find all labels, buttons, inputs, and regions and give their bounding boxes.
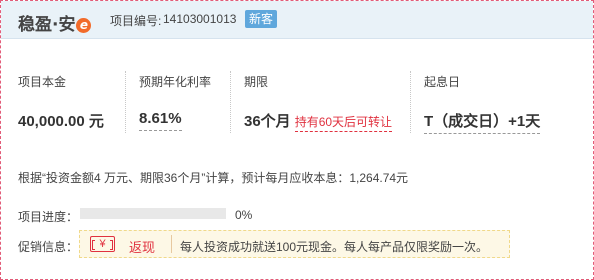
promo-box: ¥ 返现 每人投资成功就送100元现金。每人每产品仅限奖励一次。: [79, 230, 510, 258]
rate-label: 预期年化利率: [139, 75, 212, 89]
brand-name: 稳盈·安: [18, 15, 76, 35]
metric-divider: [125, 71, 126, 133]
card-header: 稳盈·安 e 项目编号: 14103001013 新客: [1, 1, 593, 39]
project-number-label: 项目编号:: [110, 14, 162, 28]
metric-term: 期限 36个月 持有60天后可转让: [244, 73, 393, 132]
monthly-payment-calc: 根据“投资金额4 万元、期限36个月”计算，预计每月应收本息：1,264.74元: [18, 171, 409, 185]
principal-value: 40,000.00 元: [18, 113, 104, 130]
brand-logo: 稳盈·安 e: [18, 10, 92, 35]
metric-divider: [410, 71, 411, 133]
promo-divider: [171, 235, 172, 253]
cashback-tag: 返现: [129, 240, 156, 255]
promo-label: 促销信息：: [18, 240, 79, 254]
project-number: 14103001013: [163, 12, 237, 26]
progress-percent: 0%: [235, 208, 253, 222]
rate-value: 8.61%: [139, 110, 182, 131]
progress-bar: [80, 208, 226, 219]
term-value-text: 36个月: [244, 113, 291, 130]
principal-label: 项目本金: [18, 75, 67, 89]
start-date-value: T（成交日）+1天: [424, 110, 541, 134]
term-label: 期限: [244, 75, 269, 89]
transfer-note-link[interactable]: 持有60天后可转让: [294, 115, 393, 132]
cash-icon: ¥: [90, 236, 115, 252]
metric-start-date: 起息日 T（成交日）+1天: [424, 73, 541, 134]
metric-rate: 预期年化利率 8.61%: [139, 73, 212, 131]
new-customer-badge: 新客: [245, 10, 278, 28]
product-card: 稳盈·安 e 项目编号: 14103001013 新客 项目本金 40,000.0…: [0, 0, 594, 280]
metric-divider: [230, 71, 231, 133]
rate-value-text: 8.61%: [139, 110, 182, 131]
term-value: 36个月 持有60天后可转让: [244, 110, 393, 132]
metric-principal: 项目本金 40,000.00 元: [18, 73, 104, 130]
promo-text: 每人投资成功就送100元现金。每人每产品仅限奖励一次。: [180, 240, 489, 254]
start-date-value-text: T（成交日）+1天: [424, 113, 541, 134]
progress-label: 项目进度：: [18, 210, 79, 224]
start-date-label: 起息日: [424, 75, 461, 89]
brand-e-icon: e: [76, 18, 92, 33]
